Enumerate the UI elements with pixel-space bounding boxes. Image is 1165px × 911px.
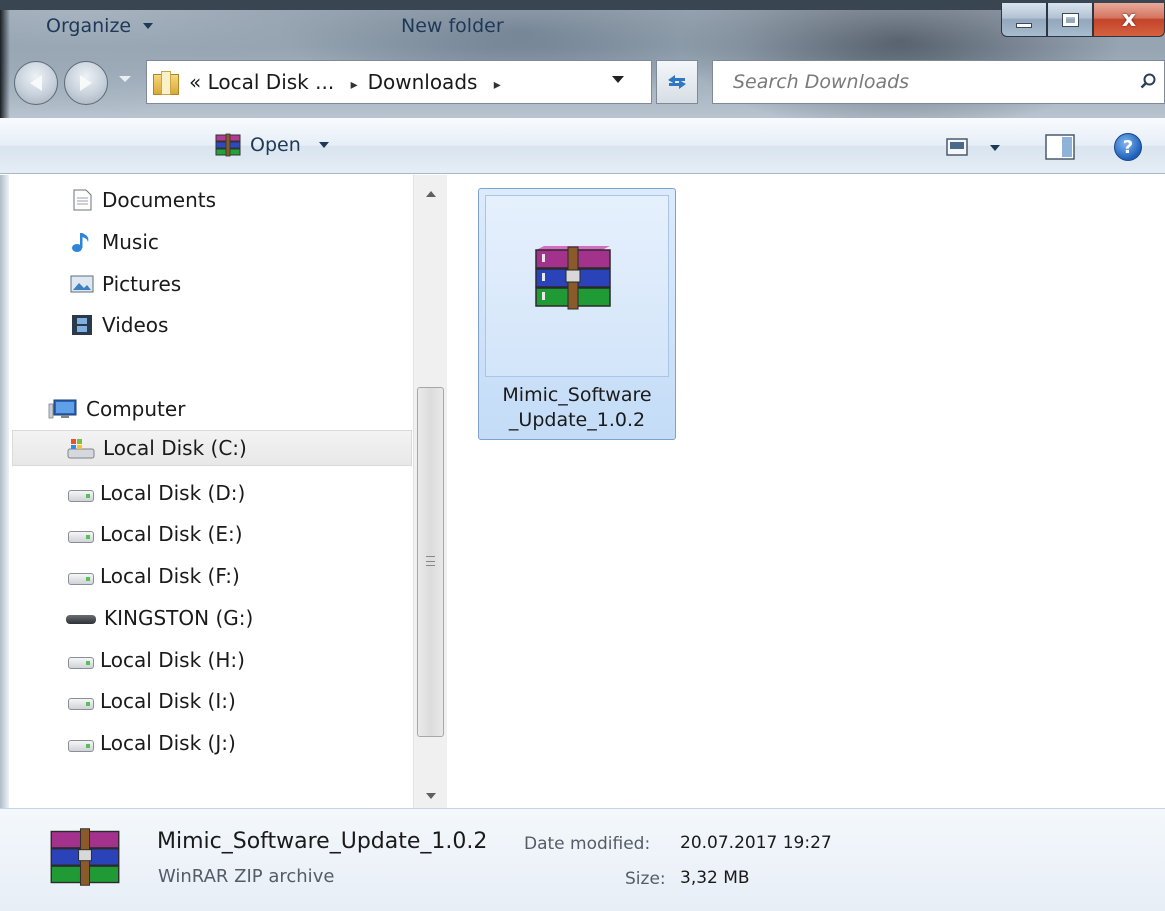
sidebar-item-label: Videos (102, 313, 169, 337)
sidebar-item-local-disk-f[interactable]: Local Disk (F:) (68, 558, 240, 594)
sidebar-item-label: Computer (86, 397, 186, 421)
scroll-down-icon[interactable] (426, 793, 436, 799)
breadcrumb-local-disk[interactable]: Local Disk ... (208, 70, 335, 94)
help-icon: ? (1122, 136, 1134, 158)
sidebar-item-label: Local Disk (J:) (100, 731, 236, 755)
file-name-line: _Update_1.0.2 (508, 409, 646, 431)
new-folder-label: New folder (401, 15, 504, 37)
winrar-archive-icon (535, 246, 611, 310)
scroll-thumb[interactable] (417, 387, 444, 737)
system-drive-icon (67, 439, 95, 459)
sidebar-item-computer[interactable]: Computer (48, 391, 185, 427)
details-size-value: 3,32 MB (680, 868, 750, 888)
details-file-type: WinRAR ZIP archive (158, 866, 335, 887)
maximize-icon (1061, 12, 1079, 27)
window-left-border (0, 175, 9, 808)
open-label: Open (250, 134, 301, 156)
window-left-edge (0, 10, 10, 118)
close-icon: x (1121, 7, 1137, 32)
documents-icon (73, 189, 92, 211)
drive-icon (68, 649, 94, 671)
minimize-icon (1016, 23, 1032, 28)
details-size-label: Size: (625, 869, 666, 889)
refresh-icon (668, 75, 686, 89)
breadcrumb-separator-icon[interactable]: ▸ (494, 77, 501, 93)
navigation-scrollbar[interactable] (413, 175, 447, 808)
sidebar-item-local-disk-h[interactable]: Local Disk (H:) (68, 642, 245, 678)
drive-icon (68, 523, 94, 545)
help-button[interactable]: ? (1114, 133, 1142, 161)
videos-icon (72, 315, 92, 335)
sidebar-item-documents[interactable]: Documents (70, 182, 216, 218)
sidebar-item-local-disk-c[interactable]: Local Disk (C:) (12, 430, 412, 466)
drive-icon (68, 482, 94, 504)
maximize-button[interactable] (1047, 3, 1093, 37)
chevron-down-icon (143, 23, 154, 29)
close-button[interactable]: x (1093, 3, 1165, 37)
sidebar-item-label: Local Disk (C:) (103, 436, 247, 460)
usb-drive-icon (66, 607, 96, 629)
computer-icon (48, 399, 77, 419)
details-file-name: Mimic_Software_Update_1.0.2 (157, 829, 488, 854)
winrar-icon (215, 133, 241, 157)
breadcrumb-overflow[interactable]: « (189, 70, 201, 94)
file-name: Mimic_Software _Update_1.0.2 (482, 383, 672, 433)
breadcrumb-downloads[interactable]: Downloads (368, 70, 478, 94)
sidebar-item-label: Documents (102, 188, 217, 212)
sidebar-item-label: KINGSTON (G:) (104, 606, 254, 630)
sidebar-item-label: Local Disk (I:) (100, 689, 236, 713)
organize-label: Organize (46, 15, 132, 37)
music-icon (72, 233, 89, 252)
sidebar-item-music[interactable]: Music (70, 224, 159, 260)
recent-pages-dropdown[interactable] (119, 76, 131, 82)
minimize-button[interactable] (1001, 3, 1047, 37)
forward-button[interactable] (64, 61, 108, 105)
sidebar-item-pictures[interactable]: Pictures (70, 266, 181, 302)
folder-icon (153, 71, 179, 95)
forward-arrow-icon (80, 75, 92, 91)
sidebar-item-label: Local Disk (E:) (100, 522, 243, 546)
details-date-label: Date modified: (524, 834, 651, 854)
breadcrumb: « Local Disk ... ▸ Downloads ▸ (189, 70, 511, 94)
change-view-icon[interactable] (946, 138, 968, 156)
details-date-value: 20.07.2017 19:27 (680, 833, 832, 853)
window-top-edge (0, 0, 1165, 10)
sidebar-item-kingston-g[interactable]: KINGSTON (G:) (66, 600, 253, 636)
drive-icon (68, 565, 94, 587)
address-bar[interactable]: « Local Disk ... ▸ Downloads ▸ (146, 60, 652, 104)
chevron-down-icon (318, 142, 329, 148)
sidebar-item-label: Pictures (102, 272, 182, 296)
preview-pane-icon[interactable] (1045, 134, 1075, 160)
breadcrumb-separator-icon[interactable]: ▸ (351, 77, 358, 93)
search-box[interactable] (712, 60, 1165, 104)
sidebar-item-local-disk-d[interactable]: Local Disk (D:) (68, 475, 245, 511)
search-input[interactable] (733, 71, 1113, 93)
sidebar-item-label: Local Disk (F:) (100, 564, 240, 588)
drive-icon (68, 732, 94, 754)
window-controls: x (1001, 3, 1165, 43)
details-pane (0, 808, 1165, 911)
winrar-archive-icon (50, 828, 120, 886)
scroll-up-icon[interactable] (426, 191, 436, 197)
drive-icon (68, 690, 94, 712)
new-folder-button[interactable]: New folder (401, 15, 504, 37)
sidebar-item-label: Local Disk (D:) (100, 481, 246, 505)
sidebar-item-label: Local Disk (H:) (100, 648, 245, 672)
back-arrow-icon (30, 75, 42, 91)
view-options-dropdown-icon[interactable] (990, 145, 1000, 151)
organize-menu[interactable]: Organize (46, 15, 154, 37)
sidebar-item-local-disk-i[interactable]: Local Disk (I:) (68, 683, 236, 719)
search-icon[interactable] (1140, 73, 1156, 89)
sidebar-item-local-disk-e[interactable]: Local Disk (E:) (68, 516, 243, 552)
refresh-button[interactable] (656, 60, 698, 104)
pictures-icon (70, 275, 94, 293)
grip-icon (426, 556, 435, 566)
sidebar-item-label: Music (102, 230, 159, 254)
sidebar-item-local-disk-j[interactable]: Local Disk (J:) (68, 725, 236, 761)
sidebar-item-videos[interactable]: Videos (70, 307, 168, 343)
open-menu[interactable]: Open (214, 133, 329, 157)
address-dropdown-icon[interactable] (612, 76, 624, 83)
file-name-line: Mimic_Software (502, 384, 652, 406)
back-button[interactable] (14, 61, 58, 105)
